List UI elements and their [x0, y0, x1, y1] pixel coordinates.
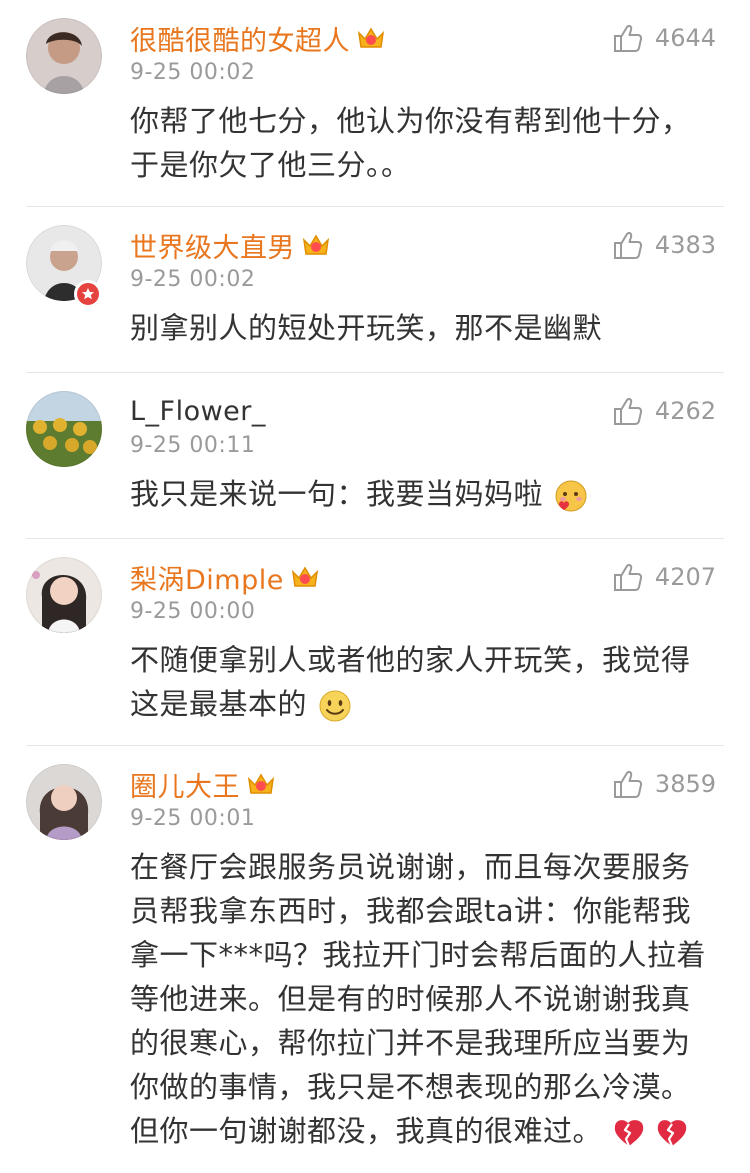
- verified-badge: [74, 280, 102, 308]
- avatar[interactable]: [26, 391, 102, 467]
- comment-line: 在餐厅会跟服务员说谢谢，而且每次要服务: [130, 850, 691, 884]
- avatar[interactable]: [26, 18, 102, 94]
- timestamp: 9-25 00:01: [130, 806, 256, 831]
- thumb-up-icon: [613, 398, 643, 425]
- crown-icon: [302, 234, 330, 255]
- timestamp: 9-25 00:02: [130, 267, 256, 292]
- like-count: 4207: [654, 563, 716, 591]
- timestamp: 9-25 00:00: [130, 599, 256, 624]
- username[interactable]: 梨涡Dimple: [130, 558, 284, 597]
- comment-item: 3859 圈儿大王 9-25 00:01 在餐厅会跟服务员说谢谢，而且每次要服务…: [0, 746, 750, 1160]
- star-icon: [82, 288, 94, 300]
- comment-text: 我只是来说一句：我要当妈妈啦: [130, 472, 724, 536]
- broken-heart-emoji: [614, 1120, 643, 1147]
- username[interactable]: 圈儿大王: [130, 765, 240, 804]
- blush-heart-emoji: [555, 480, 587, 512]
- comment-line: 我只是来说一句：我要当妈妈啦: [130, 477, 544, 511]
- comment-line: 拿一下***吗？我拉开门时会帮后面的人拉着: [130, 938, 707, 972]
- comment-line: 你帮了他七分，他认为你没有帮到他十分，: [130, 104, 691, 138]
- timestamp: 9-25 00:02: [130, 60, 256, 85]
- comment-line: 等他进来。但是有的时候那人不说谢谢我真: [130, 982, 691, 1016]
- like-button[interactable]: 4383: [613, 231, 716, 259]
- timestamp: 9-25 00:11: [130, 433, 256, 458]
- like-button[interactable]: 4262: [613, 397, 716, 425]
- like-count: 4644: [654, 24, 716, 52]
- comment-line: 的很寒心，帮你拉门并不是我理所应当要为: [130, 1026, 691, 1060]
- comment-line: 这是最基本的: [130, 687, 308, 721]
- broken-heart-emoji: [658, 1120, 687, 1147]
- thumb-up-icon: [613, 564, 643, 591]
- thumb-up-icon: [613, 232, 643, 259]
- comment-line: 员帮我拿东西时，我都会跟ta讲：你能帮我: [130, 894, 692, 928]
- like-count: 3859: [654, 770, 716, 798]
- crown-icon: [247, 773, 275, 794]
- smile-emoji: [319, 690, 351, 722]
- comment-line: 于是你欠了他三分。。: [130, 148, 411, 182]
- username[interactable]: L_Flower_: [130, 396, 266, 427]
- like-count: 4383: [654, 231, 716, 259]
- thumb-up-icon: [613, 25, 643, 52]
- comment-line: 别拿别人的短处开玩笑，那不是幽默: [130, 311, 603, 345]
- crown-icon: [291, 566, 318, 587]
- comment-text: 不随便拿别人或者他的家人开玩笑，我觉得 这是最基本的: [130, 638, 724, 746]
- avatar[interactable]: [26, 557, 102, 633]
- avatar[interactable]: [26, 764, 102, 840]
- comment-item: 4644 很酷很酷的女超人 9-25 00:02 你帮了他七分，他认为你没有帮到…: [0, 0, 750, 207]
- like-button[interactable]: 4644: [613, 24, 716, 52]
- like-count: 4262: [654, 397, 716, 425]
- comment-line: 不随便拿别人或者他的家人开玩笑，我觉得: [130, 643, 691, 677]
- comment-line: 你做的事情，我只是不想表现的那么冷漠。: [130, 1070, 691, 1104]
- comment-line: 但你一句谢谢都没，我真的很难过。: [130, 1114, 603, 1148]
- comment-list: 4644 很酷很酷的女超人 9-25 00:02 你帮了他七分，他认为你没有帮到…: [0, 0, 750, 1160]
- comment-text: 在餐厅会跟服务员说谢谢，而且每次要服务 员帮我拿东西时，我都会跟ta讲：你能帮我…: [130, 845, 724, 1173]
- like-button[interactable]: 4207: [613, 563, 716, 591]
- comment-text: 别拿别人的短处开玩笑，那不是幽默: [130, 306, 724, 370]
- like-button[interactable]: 3859: [613, 770, 716, 798]
- username[interactable]: 很酷很酷的女超人: [130, 19, 350, 58]
- comment-item: 4383 世界级大直男 9-25 00:02 别拿别人的短处开玩笑，那不是幽默: [0, 207, 750, 373]
- comment-text: 你帮了他七分，他认为你没有帮到他十分， 于是你欠了他三分。。: [130, 99, 724, 207]
- comment-item: 4262 L_Flower_ 9-25 00:11 我只是来说一句：我要当妈妈啦: [0, 373, 750, 539]
- thumb-up-icon: [613, 771, 643, 798]
- comment-item: 4207 梨涡Dimple 9-25 00:00 不随便拿别人或者他的家人开玩笑…: [0, 539, 750, 746]
- username[interactable]: 世界级大直男: [130, 226, 295, 265]
- crown-icon: [357, 27, 385, 48]
